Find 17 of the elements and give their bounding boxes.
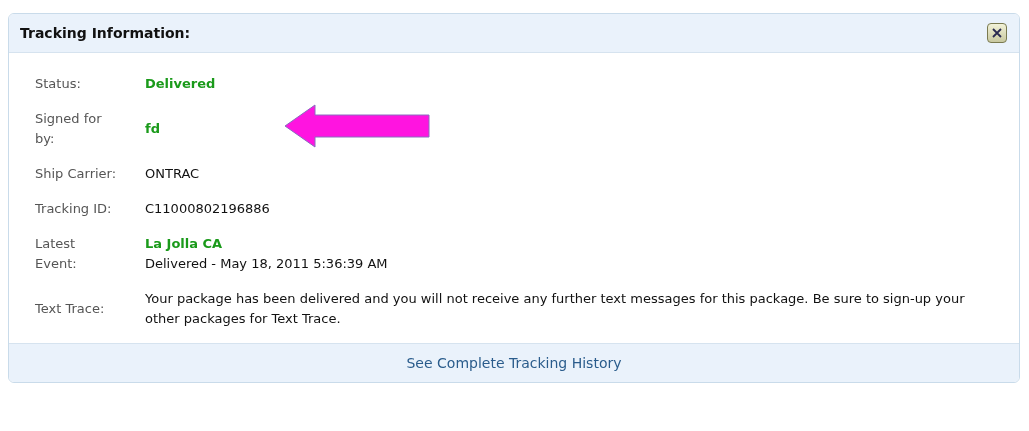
field-value: Your package has been delivered and you will not receive any further text messages for this package. Be sure to sign-up your other packages for Text Trace.	[145, 290, 966, 328]
tracking-history-link[interactable]: See Complete Tracking History	[406, 355, 622, 371]
field-value: Delivered - May 18, 2011 5:36:39 AM	[145, 255, 388, 273]
field-label: Tracking ID:	[35, 200, 113, 218]
field-label: Text Trace:	[35, 300, 106, 318]
field-value: fd	[145, 120, 160, 138]
field-label: Latest Event:	[35, 235, 78, 273]
panel-title: Tracking Information:	[20, 25, 191, 41]
field-value: C11000802196886	[145, 200, 270, 218]
field-value: Delivered	[145, 75, 216, 93]
field-label: Ship Carrier:	[35, 165, 117, 183]
field-label: Signed for by:	[35, 110, 103, 148]
close-icon	[991, 27, 1003, 39]
close-button[interactable]	[987, 23, 1007, 43]
field-value: ONTRAC	[145, 165, 200, 183]
field-label: Status:	[35, 75, 82, 93]
field-value: La Jolla CA	[145, 235, 224, 253]
